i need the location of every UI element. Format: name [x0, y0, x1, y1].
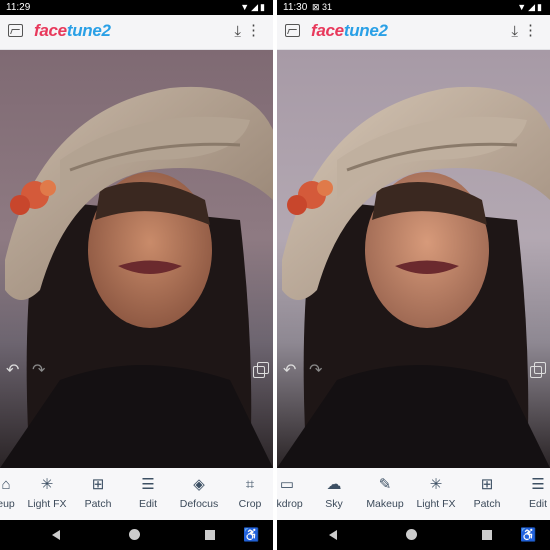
tool-light-fx[interactable]: ✳ Light FX [21, 468, 73, 520]
tool-patch[interactable]: ⊞ Patch [72, 468, 124, 520]
undo-icon[interactable]: ↶ [6, 360, 19, 380]
light-fx-icon: ✳ [429, 476, 443, 493]
home-icon[interactable] [129, 529, 140, 540]
redo-icon[interactable]: ↷ [309, 360, 322, 380]
tool-strip: ▭ ckdrop ☁ Sky ✎ Makeup ✳ Light FX ⊞ Pat… [277, 468, 550, 520]
crop-icon: ⌗ [245, 476, 255, 493]
right-screen: 11:30 ⊠ 31 ▼◢▮ facetune2 ⤓ ⋮ ↶ ↷ ▭ kdrop… [277, 0, 550, 550]
patch-icon: ⊞ [480, 476, 494, 493]
defocus-icon: ◈ [193, 476, 205, 493]
system-nav-bar: ♿ [277, 521, 550, 550]
more-options-icon[interactable]: ⋮ [246, 21, 261, 41]
tool-edit[interactable]: ☰ Edit [122, 468, 174, 520]
status-time: 11:30 [283, 2, 308, 13]
undo-icon[interactable]: ↶ [283, 360, 296, 380]
tool-label: Edit [528, 498, 548, 510]
patch-icon: ⊞ [91, 476, 105, 493]
download-icon[interactable]: ⤓ [234, 23, 241, 40]
light-fx-icon: ✳ [40, 476, 54, 493]
sliders-icon: ☰ [531, 476, 545, 493]
back-icon[interactable] [329, 530, 337, 540]
status-icons: ▼◢▮ [517, 2, 544, 12]
photo-canvas[interactable]: ↶ ↷ [277, 50, 550, 468]
gallery-icon[interactable] [8, 24, 23, 37]
accessibility-icon[interactable]: ♿ [520, 527, 536, 543]
makeup-icon: ✎ [378, 476, 392, 493]
makeup-icon: ⌂ [1, 476, 11, 493]
portrait-photo [277, 50, 550, 468]
status-bar: 11:30 ⊠ 31 ▼◢▮ [277, 0, 550, 15]
app-logo: facetune2 [311, 21, 388, 40]
app-bar: facetune2 ⤓ ⋮ [0, 15, 273, 50]
tool-edit[interactable]: ☰ Edit [512, 468, 550, 520]
tool-makeup[interactable]: ✎ Makeup [359, 468, 411, 520]
tool-sky[interactable]: ☁ Sky [308, 468, 360, 520]
system-nav-bar: ♿ [0, 521, 273, 550]
tool-patch[interactable]: ⊞ Patch [461, 468, 513, 520]
tool-label: Crop [238, 498, 262, 510]
backdrop-icon: ▭ [279, 476, 295, 493]
app-bar: facetune2 ⤓ ⋮ [277, 15, 550, 50]
photo-canvas[interactable]: ↶ ↷ [0, 50, 273, 468]
tool-light-fx[interactable]: ✳ Light FX [410, 468, 462, 520]
status-icons: ▼◢▮ [240, 2, 267, 12]
back-icon[interactable] [52, 530, 60, 540]
tool-strip: ⌂ eup ✳ Light FX ⊞ Patch ☰ Edit ◈ Defocu… [0, 468, 273, 520]
left-screen: 11:29 ▼◢▮ facetune2 ⤓ ⋮ ↶ ↷ ⌂ eup ✳ Ligh… [0, 0, 273, 550]
app-logo: facetune2 [34, 21, 111, 40]
portrait-photo [0, 50, 273, 468]
more-options-icon[interactable]: ⋮ [523, 21, 538, 41]
accessibility-icon[interactable]: ♿ [243, 527, 259, 543]
tool-defocus[interactable]: ◈ Defocus [173, 468, 225, 520]
status-bar: 11:29 ▼◢▮ [0, 0, 273, 15]
compare-icon[interactable] [253, 362, 269, 378]
recents-icon[interactable] [205, 530, 215, 540]
status-time: 11:29 [6, 2, 31, 13]
gallery-icon[interactable] [285, 24, 300, 37]
home-icon[interactable] [406, 529, 417, 540]
redo-icon[interactable]: ↷ [32, 360, 45, 380]
sky-icon: ☁ [326, 476, 342, 493]
notification-icons: ⊠ 31 [312, 2, 333, 12]
compare-icon[interactable] [530, 362, 546, 378]
tool-crop[interactable]: ⌗ Crop [224, 468, 273, 520]
recents-icon[interactable] [482, 530, 492, 540]
sliders-icon: ☰ [141, 476, 155, 493]
download-icon[interactable]: ⤓ [511, 23, 518, 40]
